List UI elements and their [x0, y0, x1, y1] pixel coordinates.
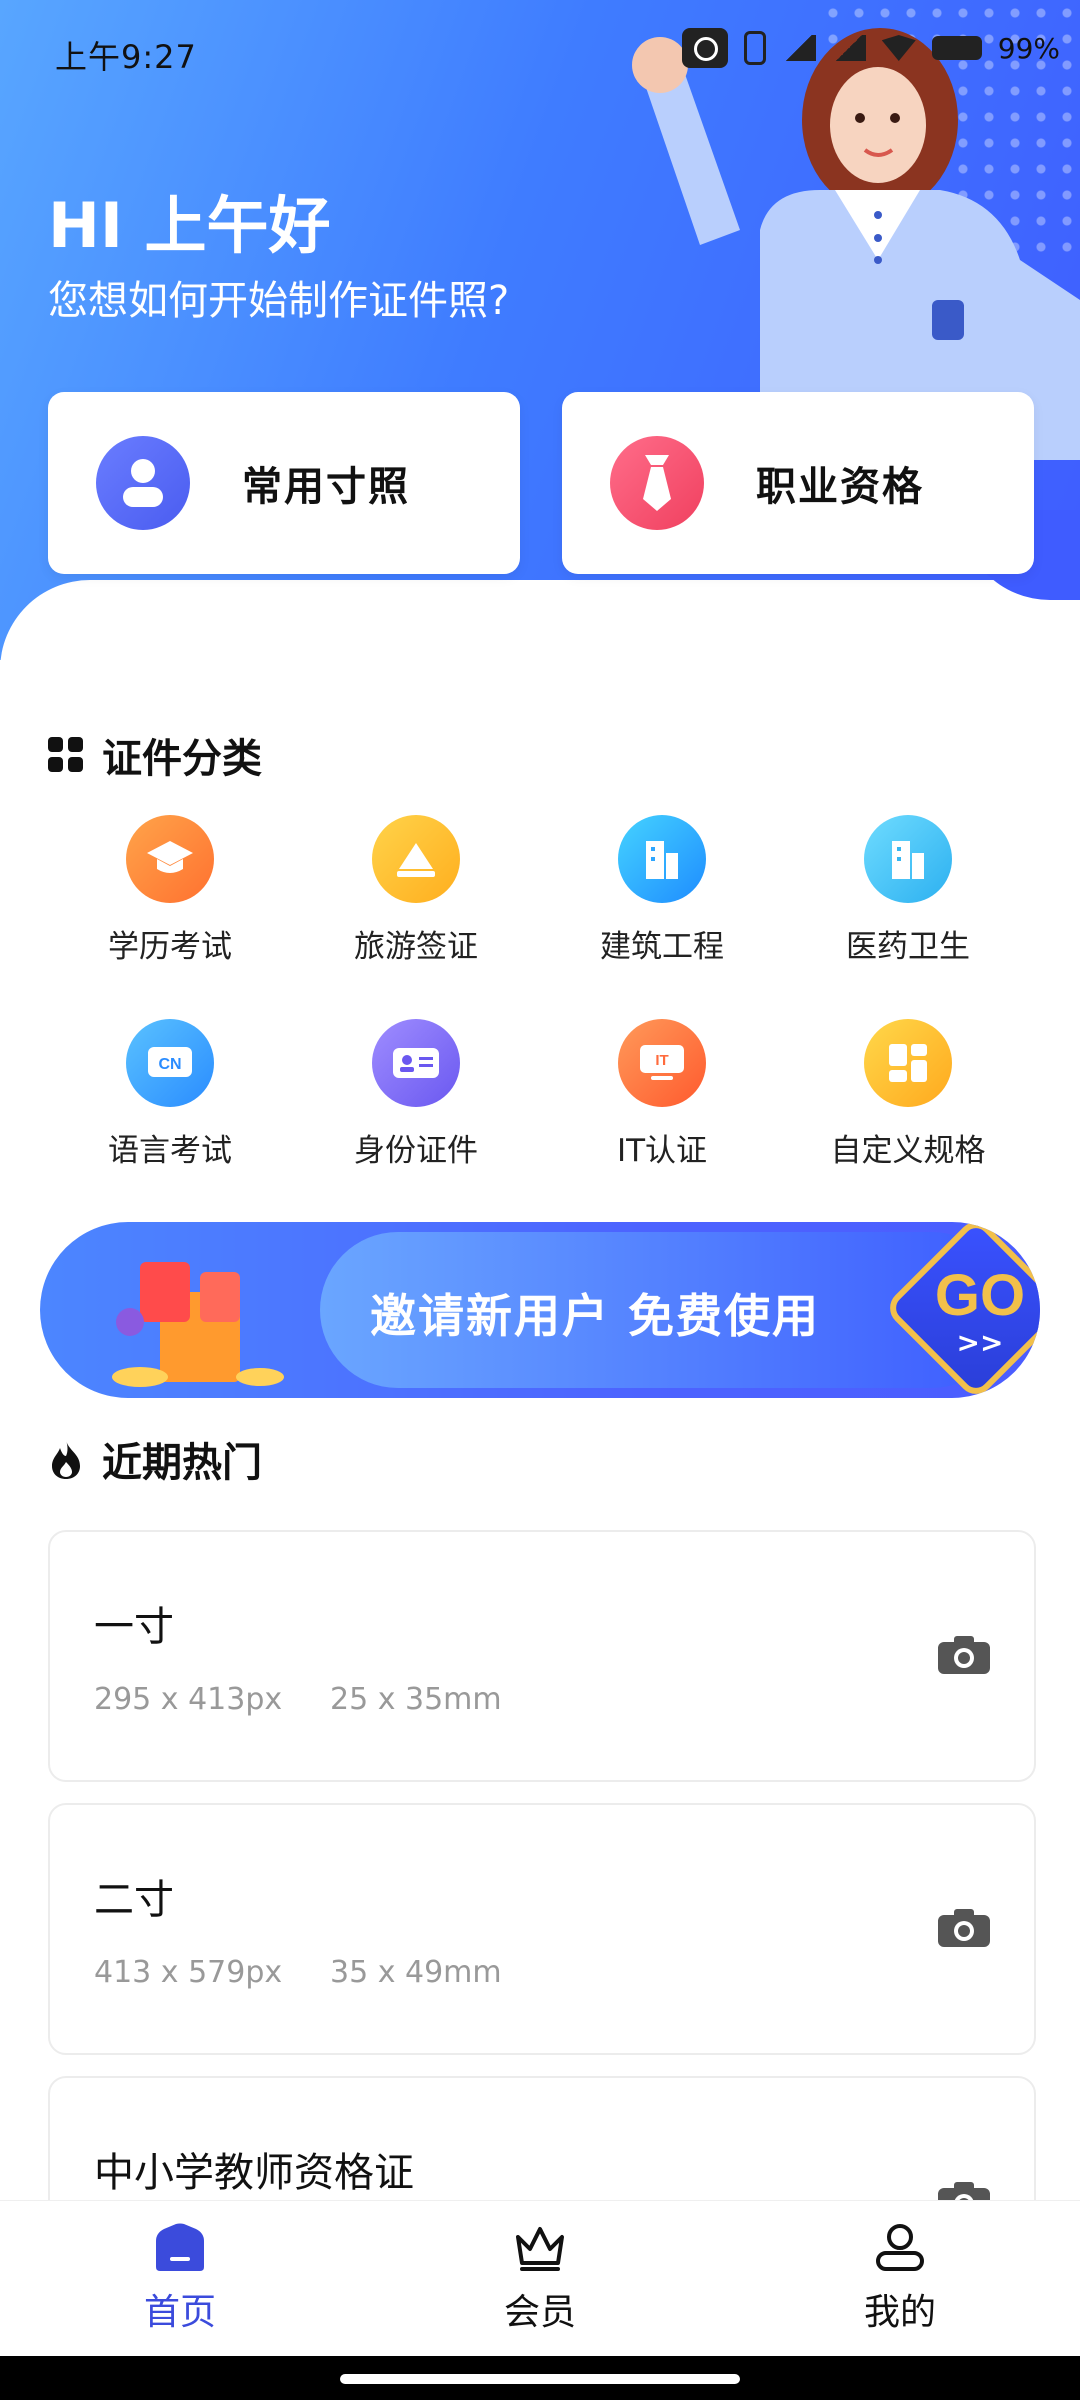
category-label: 身份证件	[354, 1133, 478, 1169]
common-size-label: 常用寸照	[242, 464, 410, 510]
category-grid: 学历考试 旅游签证 建筑工程 医药卫生 CN 语言考试 身份证件 IT IT认证…	[0, 815, 1080, 1175]
category-label: 旅游签证	[354, 929, 478, 965]
category-construction[interactable]: 建筑工程	[542, 815, 782, 985]
id-card-icon	[372, 1019, 460, 1107]
recent-title: 近期热门	[102, 1440, 262, 1486]
bluetooth-icon	[743, 31, 766, 65]
status-icons: 99%	[681, 28, 1060, 68]
grid-icon	[48, 737, 83, 772]
category-label: 医药卫生	[846, 929, 970, 965]
category-medical[interactable]: 医药卫生	[788, 815, 1028, 985]
category-education[interactable]: 学历考试	[50, 815, 290, 985]
flame-icon	[52, 1440, 80, 1479]
size-name: 一寸	[94, 1604, 174, 1650]
size-pixels: 413 x 579px	[94, 1955, 283, 1990]
category-label: 自定义规格	[830, 1133, 986, 1169]
status-bar: 上午9:27 99%	[0, 0, 1080, 100]
person-icon	[96, 436, 190, 530]
go-arrow: >>	[956, 1326, 1004, 1359]
professional-card[interactable]: 职业资格	[562, 392, 1034, 574]
user-icon	[876, 2224, 924, 2271]
battery-icon	[931, 36, 982, 60]
status-time: 上午9:27	[55, 38, 197, 76]
svg-text:IT: IT	[655, 1052, 668, 1069]
grid-layout-icon	[864, 1019, 952, 1107]
svg-text:CN: CN	[158, 1056, 181, 1073]
recent-header: 近期热门	[48, 1430, 262, 1488]
mountain-icon	[372, 815, 460, 903]
size-name: 中小学教师资格证	[94, 2150, 414, 2196]
size-millimeters: 25 x 35mm	[330, 1682, 502, 1717]
tie-icon	[610, 436, 704, 530]
categories-title: 证件分类	[102, 736, 262, 782]
go-label: GO	[934, 1263, 1026, 1328]
category-it-cert[interactable]: IT IT认证	[542, 1019, 782, 1189]
it-monitor-icon: IT	[618, 1019, 706, 1107]
wifi-icon	[881, 35, 916, 61]
size-name: 二寸	[94, 1877, 174, 1923]
categories-header: 证件分类	[48, 726, 262, 784]
greeting-subtitle: 您想如何开始制作证件照?	[48, 278, 510, 324]
camera-status-icon	[681, 28, 728, 68]
gift-box-illustration	[112, 1262, 284, 1387]
invite-banner[interactable]: 邀请新用户 免费使用 GO >>	[40, 1222, 1040, 1398]
camera-icon[interactable]	[936, 1907, 992, 1949]
nav-member-label: 会员	[503, 2292, 576, 2333]
greeting-title: HI 上午好	[48, 189, 331, 262]
category-label: 语言考试	[108, 1133, 232, 1169]
camera-icon[interactable]	[936, 1634, 992, 1676]
category-label: 学历考试	[108, 929, 232, 965]
nav-mine-label: 我的	[863, 2292, 936, 2333]
banner-text: 邀请新用户 免费使用	[370, 1289, 821, 1343]
category-id-document[interactable]: 身份证件	[296, 1019, 536, 1189]
signal-icon-2	[831, 35, 866, 61]
size-card-1inch[interactable]: 一寸 295 x 413px 25 x 35mm	[48, 1530, 1036, 1782]
nav-mine[interactable]: 我的	[820, 2223, 980, 2335]
building-icon	[618, 815, 706, 903]
home-indicator[interactable]	[340, 2374, 740, 2384]
battery-level: 99%	[997, 31, 1060, 65]
category-language-exam[interactable]: CN 语言考试	[50, 1019, 290, 1189]
graduation-cap-icon	[126, 815, 214, 903]
cn-badge-icon: CN	[126, 1019, 214, 1107]
professional-label: 职业资格	[756, 464, 924, 510]
category-label: 建筑工程	[600, 929, 724, 965]
size-pixels: 295 x 413px	[94, 1682, 283, 1717]
category-custom-size[interactable]: 自定义规格	[788, 1019, 1028, 1189]
nav-home[interactable]: 首页	[100, 2223, 260, 2335]
size-millimeters: 35 x 49mm	[330, 1955, 502, 1990]
crown-icon	[516, 2227, 564, 2271]
home-icon	[156, 2223, 204, 2271]
hospital-icon	[864, 815, 952, 903]
nav-member[interactable]: 会员	[460, 2223, 620, 2335]
common-size-card[interactable]: 常用寸照	[48, 392, 520, 574]
nav-home-label: 首页	[143, 2292, 216, 2333]
size-card-2inch[interactable]: 二寸 413 x 579px 35 x 49mm	[48, 1803, 1036, 2055]
signal-icon	[781, 35, 816, 61]
category-label: IT认证	[616, 1133, 708, 1169]
category-travel-visa[interactable]: 旅游签证	[296, 815, 536, 985]
bottom-nav: 首页 会员 我的	[0, 2200, 1080, 2357]
